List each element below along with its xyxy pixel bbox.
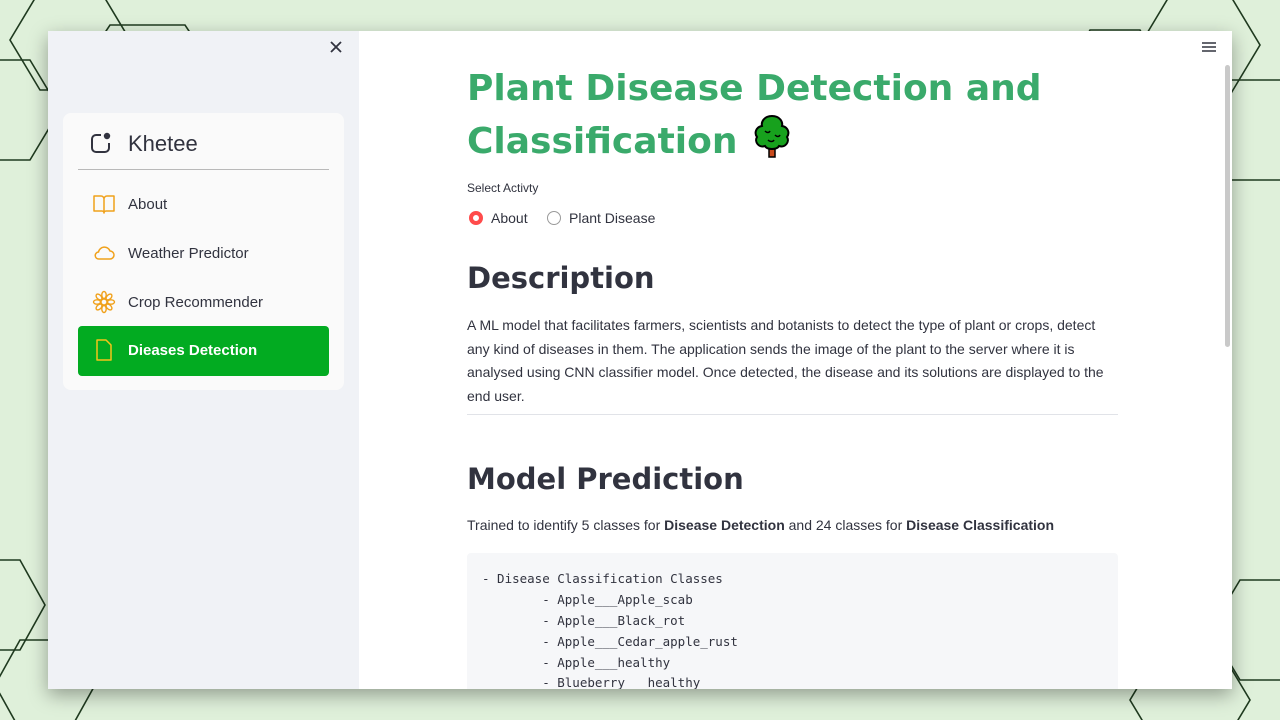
code-line: - Apple___Apple_scab: [482, 592, 693, 607]
close-icon: [330, 41, 342, 53]
hamburger-menu-icon[interactable]: [1200, 39, 1218, 55]
nav-label-weather-predictor: Weather Predictor: [128, 245, 249, 262]
radio-dot-about: [469, 211, 483, 225]
tree-icon: [754, 114, 790, 158]
page-title: Plant Disease Detection and Classificati…: [467, 65, 1118, 166]
model-prediction-heading: Model Prediction: [467, 462, 744, 496]
radio-label-about: About: [491, 210, 528, 226]
trained-bold-detection: Disease Detection: [664, 517, 785, 533]
radio-plant-disease[interactable]: Plant Disease: [545, 208, 665, 230]
activity-select-label: Select Activty: [467, 181, 539, 195]
nav-item-crop-recommender[interactable]: Crop Recommender: [78, 278, 329, 326]
code-line: - Apple___Black_rot: [482, 613, 686, 628]
navigation-menu: Khetee About Weather Predictor Crop Reco…: [63, 113, 344, 390]
cloud-icon: [94, 246, 115, 260]
close-sidebar-button[interactable]: [326, 37, 346, 57]
main-content: Plant Disease Detection and Classificati…: [359, 31, 1232, 689]
trained-bold-classification: Disease Classification: [906, 517, 1055, 533]
scrollbar[interactable]: [1225, 65, 1230, 347]
description-heading: Description: [467, 261, 655, 295]
sidebar: Khetee About Weather Predictor Crop Reco…: [48, 31, 359, 689]
radio-dot-plant-disease: [547, 211, 561, 225]
classes-code-block: - Disease Classification Classes - Apple…: [467, 553, 1118, 689]
file-icon: [96, 339, 112, 361]
title-line-1: Plant Disease Detection and: [467, 68, 1042, 109]
nav-label-about: About: [128, 196, 168, 213]
book-icon: [93, 195, 115, 214]
app-logo-icon: [91, 132, 111, 153]
nav-item-weather-predictor[interactable]: Weather Predictor: [78, 229, 329, 277]
trained-prefix: Trained to identify 5 classes for: [467, 517, 665, 533]
nav-item-about[interactable]: About: [78, 180, 329, 228]
brand-header: Khetee: [78, 113, 329, 170]
radio-about[interactable]: About: [467, 208, 537, 230]
radio-label-plant-disease: Plant Disease: [569, 210, 656, 226]
brand-title: Khetee: [128, 131, 198, 156]
code-line: - Apple___healthy: [482, 655, 671, 670]
nav-label-crop-recommender: Crop Recommender: [128, 294, 264, 311]
title-line-2: Classification: [467, 121, 738, 162]
nav-item-dieases-detection[interactable]: Dieases Detection: [78, 326, 329, 376]
section-divider: [467, 414, 1118, 415]
trained-mid: and 24 classes for: [784, 517, 907, 533]
app-window: Khetee About Weather Predictor Crop Reco…: [48, 31, 1232, 689]
trained-summary: Trained to identify 5 classes for Diseas…: [467, 517, 1054, 533]
nav-label-dieases-detection: Dieases Detection: [128, 342, 258, 359]
code-line: - Disease Classification Classes: [482, 571, 723, 586]
code-line: - Apple___Cedar_apple_rust: [482, 634, 738, 649]
description-text: A ML model that facilitates farmers, sci…: [467, 317, 1104, 404]
code-line: - Blueberry___healthy: [482, 675, 701, 689]
flower-icon: [92, 290, 116, 314]
